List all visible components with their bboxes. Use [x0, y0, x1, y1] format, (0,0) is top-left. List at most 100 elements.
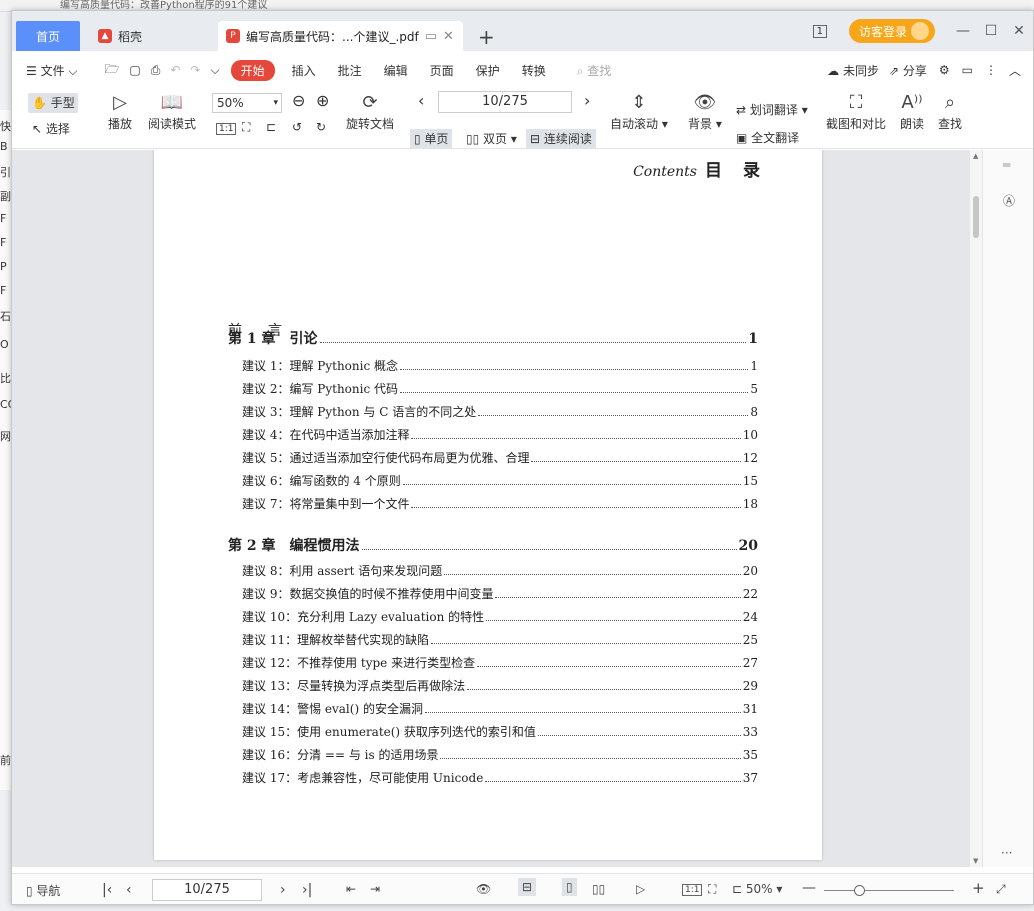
close-button[interactable]: ✕	[1005, 23, 1033, 39]
document-viewport[interactable]: Contents 目 录 前 言 第 1 章 引论 1 建议 1：理解 Pythoni…	[12, 150, 972, 867]
menu-protect[interactable]: 保护	[476, 62, 500, 79]
menu-start[interactable]: 开始	[230, 59, 275, 81]
toc-item-row[interactable]: 建议 16：分清 == 与 is 的适用场景 35	[242, 746, 758, 763]
zoom-in-icon[interactable]: ⊕	[316, 91, 329, 110]
maximize-button[interactable]: ☐	[977, 23, 1005, 39]
menu-comment[interactable]: 批注	[338, 62, 362, 79]
toc-chapter-row[interactable]: 第 2 章 编程惯用法 20	[228, 535, 758, 555]
layout-icon[interactable]: 1	[812, 24, 827, 38]
full-translate-button[interactable]: ▣ 全文翻译	[736, 129, 799, 146]
settings-icon[interactable]: ⚙	[939, 63, 950, 77]
toc-item-row[interactable]: 建议 8：利用 assert 语句来发现问题 20	[242, 562, 758, 579]
background-button[interactable]: 👁 背景 ▾	[688, 91, 722, 132]
rotate-left-icon[interactable]: ↺	[292, 120, 302, 134]
back-icon[interactable]: ⇤	[346, 882, 356, 896]
print-icon[interactable]: ⎙	[151, 63, 161, 78]
fit-page-icon[interactable]: ⛶	[242, 120, 250, 135]
fit-width-icon[interactable]: ⊏	[266, 120, 276, 134]
hand-tool-button[interactable]: ✋ 手型	[28, 93, 78, 113]
rotate-document-button[interactable]: ⟳ 旋转文档	[346, 91, 394, 132]
menu-page[interactable]: 页面	[430, 62, 454, 79]
eye-protect-icon[interactable]: 👁	[476, 882, 491, 896]
collapse-ribbon-icon[interactable]: ︿	[1009, 62, 1021, 79]
zoom-slider-knob[interactable]	[854, 885, 865, 896]
toc-item-row[interactable]: 建议 15：使用 enumerate() 获取序列迭代的索引和值 33	[242, 723, 758, 740]
menu-edit[interactable]: 编辑	[384, 62, 408, 79]
read-aloud-button[interactable]: A⁾⁾ 朗读	[900, 91, 924, 132]
panel-more-icon[interactable]: ···	[1001, 846, 1012, 860]
toc-chapter-row[interactable]: 第 1 章 引论 1	[228, 328, 758, 348]
status-page-input[interactable]: 10/275	[152, 879, 262, 901]
menu-insert[interactable]: 插入	[292, 62, 316, 79]
panel-menu-icon[interactable]: ═	[1003, 158, 1010, 172]
toc-item-row[interactable]: 建议 17：考虑兼容性，尽可能使用 Unicode 37	[242, 769, 758, 786]
continuous-status-icon[interactable]: ⊟	[518, 878, 537, 896]
fullscreen-icon[interactable]: ⤢	[996, 882, 1006, 897]
undo-icon[interactable]: ↶	[170, 63, 180, 77]
ai-read-icon[interactable]: Ⓐ	[1003, 192, 1015, 209]
continuous-read-button[interactable]: ⊟ 连续阅读	[526, 129, 596, 148]
tab-document[interactable]: P 编写高质量代码：...个建议_.pdf ▭ ✕	[218, 21, 463, 51]
find-button[interactable]: ⌕ 查找	[938, 91, 962, 132]
forward-icon[interactable]: ⇥	[370, 882, 380, 896]
last-page-icon[interactable]: ›|	[302, 882, 312, 898]
zoom-status-dropdown[interactable]: ⊏ 50% ▾	[732, 882, 782, 896]
tab-home[interactable]: 首页	[16, 21, 80, 51]
toc-item-row[interactable]: 建议 1：理解 Pythonic 概念 1	[242, 357, 758, 374]
single-page-button[interactable]: ▯ 单页	[410, 129, 453, 148]
toc-item-row[interactable]: 建议 3：理解 Python 与 C 语言的不同之处 8	[242, 403, 758, 420]
zoom-in-status-icon[interactable]: +	[972, 879, 985, 897]
toc-item-row[interactable]: 建议 14：警惕 eval() 的安全漏洞 31	[242, 700, 758, 717]
zoom-select[interactable]: 50% ▾	[212, 93, 282, 113]
menu-convert[interactable]: 转换	[522, 62, 546, 79]
rotate-right-icon[interactable]: ↻	[316, 120, 326, 134]
toc-item-row[interactable]: 建议 13：尽量转换为浮点类型后再做除法 29	[242, 677, 758, 694]
toc-item-row[interactable]: 建议 5：通过适当添加空行使代码布局更为优雅、合理 12	[242, 449, 758, 466]
next-page-status-icon[interactable]: ›	[280, 882, 286, 898]
scroll-up-icon[interactable]: ▲	[973, 152, 978, 160]
minimize-button[interactable]: —	[949, 23, 977, 39]
new-tab-button[interactable]: +	[478, 25, 495, 49]
screenshot-compare-button[interactable]: ⛶ 截图和对比	[826, 91, 886, 132]
page-number-input[interactable]: 10/275	[438, 91, 572, 113]
select-tool-button[interactable]: ↖ 选择	[32, 120, 70, 137]
single-page-status-icon[interactable]: ▯	[562, 878, 577, 896]
quick-access-dropdown-icon[interactable]: ⌵	[210, 63, 219, 78]
toc-item-row[interactable]: 建议 9：数据交换值的时候不推荐使用中间变量 22	[242, 585, 758, 602]
tab-pin-icon[interactable]: ▭	[425, 29, 437, 44]
actual-size-button[interactable]: 1:1	[216, 123, 237, 135]
scrollbar-thumb[interactable]	[973, 196, 979, 238]
double-page-button[interactable]: ▯▯ 双页 ▾	[466, 130, 517, 147]
vertical-scrollbar[interactable]: ▲ ▼	[970, 150, 982, 867]
next-page-icon[interactable]: ›	[584, 91, 590, 110]
play-button[interactable]: ▷ 播放	[108, 91, 132, 132]
prev-page-icon[interactable]: ‹	[418, 91, 424, 110]
nav-button[interactable]: ▯ 导航	[26, 882, 60, 899]
play-status-icon[interactable]: ▷	[636, 882, 645, 896]
sync-button[interactable]: ☁ 未同步	[827, 62, 879, 79]
word-translate-button[interactable]: ⇄ 划词翻译 ▾	[736, 101, 808, 118]
fit-page-status-icon[interactable]: ⛶	[708, 882, 716, 897]
zoom-out-status-icon[interactable]: —	[802, 880, 816, 896]
menu-search[interactable]: ⌕ 查找	[577, 62, 612, 79]
redo-icon[interactable]: ↷	[190, 63, 200, 77]
prev-page-status-icon[interactable]: ‹	[126, 882, 132, 898]
zoom-out-icon[interactable]: ⊖	[292, 91, 305, 110]
login-button[interactable]: 访客登录	[848, 19, 935, 43]
save-icon[interactable]: ▢	[129, 63, 140, 77]
tab-close-icon[interactable]: ✕	[443, 29, 454, 44]
open-icon[interactable]: 🗁	[105, 60, 120, 81]
toc-item-row[interactable]: 建议 4：在代码中适当添加注释 10	[242, 426, 758, 443]
toc-item-row[interactable]: 建议 7：将常量集中到一个文件 18	[242, 495, 758, 512]
menu-file[interactable]: ☰ 文件 ⌵	[26, 62, 78, 79]
zoom-slider[interactable]	[824, 885, 954, 896]
more-icon[interactable]: ⋮	[985, 63, 997, 77]
auto-scroll-button[interactable]: ⇕ 自动滚动 ▾	[610, 91, 668, 132]
share-button[interactable]: ⇗ 分享	[889, 62, 927, 79]
toc-item-row[interactable]: 建议 11：理解枚举替代实现的缺陷 25	[242, 631, 758, 648]
toc-item-row[interactable]: 建议 6：编写函数的 4 个原则 15	[242, 472, 758, 489]
toc-item-row[interactable]: 建议 2：编写 Pythonic 代码 5	[242, 380, 758, 397]
toc-item-row[interactable]: 建议 12：不推荐使用 type 来进行类型检查 27	[242, 654, 758, 671]
tab-daoke[interactable]: ▲ 稻壳	[88, 21, 208, 51]
feedback-icon[interactable]: ▭	[962, 63, 973, 77]
